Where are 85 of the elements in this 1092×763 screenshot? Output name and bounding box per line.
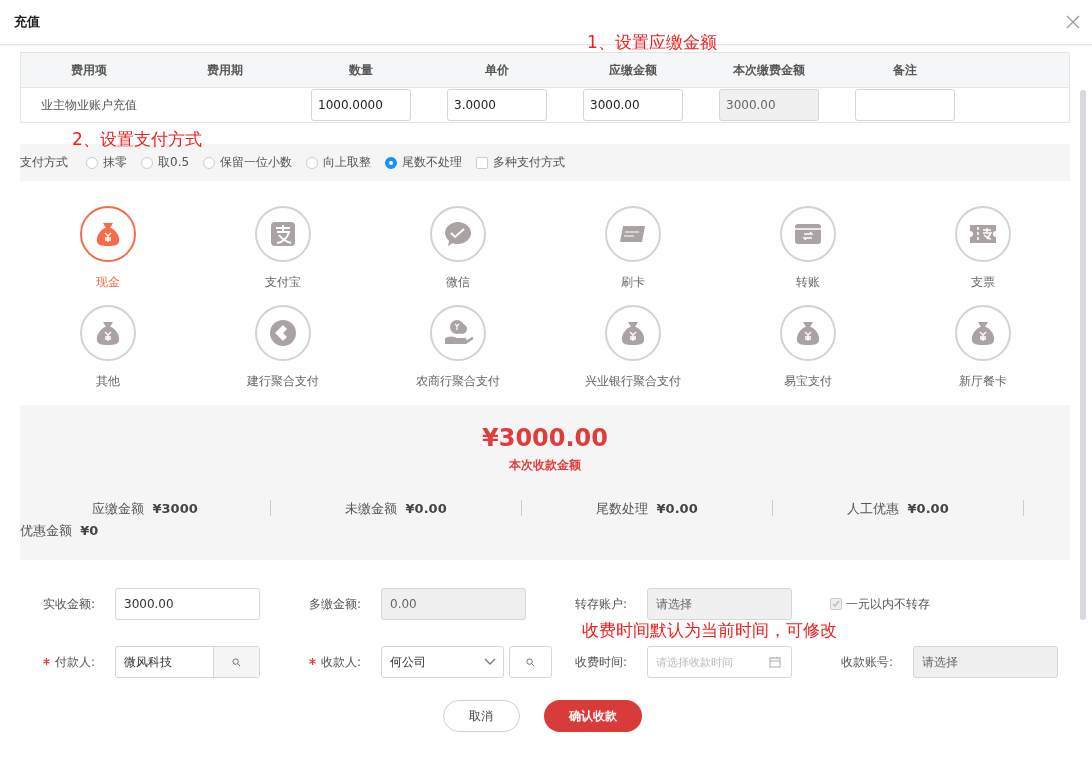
payment-method-button[interactable] — [604, 206, 661, 262]
close-icon[interactable] — [1066, 15, 1080, 29]
payment-method-button[interactable] — [954, 305, 1011, 361]
checkbox[interactable] — [476, 156, 489, 169]
payment-method-label[interactable]: 微信 — [445, 274, 470, 291]
payment-method-button[interactable] — [779, 206, 836, 262]
field-label: 实收金额: — [42, 595, 95, 613]
column-header: 数量 — [348, 61, 374, 79]
payment-method-button[interactable] — [79, 206, 136, 262]
annotation-text: 收费时间默认为当前时间，可修改 — [582, 619, 837, 642]
payment-method-label[interactable]: 其他 — [95, 373, 120, 390]
column-header: 费用期 — [206, 61, 244, 79]
annotation-text: 1、设置应缴金额 — [587, 31, 717, 54]
bank-logo-icon — [267, 318, 298, 348]
chevron-down-icon — [483, 658, 496, 666]
field-label: 付款人: — [54, 653, 95, 671]
payment-method-label[interactable]: 刷卡 — [620, 274, 645, 291]
input-field[interactable]: 3000.00 — [583, 89, 683, 121]
input-field[interactable]: 1000.0000 — [311, 89, 411, 121]
radio-button[interactable] — [306, 156, 319, 169]
column-header: 应缴金额 — [608, 61, 658, 79]
field-label: 收款账号: — [840, 653, 893, 671]
search-icon[interactable] — [213, 647, 259, 677]
search-icon — [525, 657, 535, 667]
input-field: 3000.00 — [719, 89, 819, 121]
summary-item: 优惠金额 ¥0 — [20, 522, 99, 540]
payment-method-button[interactable] — [429, 305, 486, 361]
payment-method-button[interactable] — [254, 305, 311, 361]
payment-method-button[interactable] — [254, 206, 311, 262]
annotation-text: 2、设置支付方式 — [72, 128, 202, 151]
column-header: 费用项 — [70, 61, 108, 79]
field-label: 多缴金额: — [308, 595, 361, 613]
checkbox-label: 一元以内不转存 — [846, 595, 930, 613]
field-label: 收款人: — [320, 653, 361, 671]
column-header: 单价 — [484, 61, 510, 79]
summary-item: 应缴金额 ¥3000 — [92, 500, 198, 516]
payment-method-label[interactable]: 兴业银行聚合支付 — [584, 373, 681, 390]
input-field[interactable] — [855, 89, 955, 121]
field-label: 转存账户: — [574, 595, 627, 613]
radio-button[interactable] — [141, 156, 153, 169]
radio-label[interactable]: 抹零 — [103, 154, 127, 171]
summary-item: 未缴金额 ¥0.00 — [345, 500, 447, 516]
payment-method-label[interactable]: 支付宝 — [264, 274, 301, 291]
cancel-button[interactable]: 取消 — [442, 700, 520, 732]
payment-method-button[interactable] — [604, 305, 661, 361]
radio-label[interactable]: 向上取整 — [323, 154, 372, 171]
payment-method-label[interactable]: 转账 — [795, 274, 820, 291]
dialog-title: 充值 — [14, 13, 40, 31]
payment-method-button[interactable] — [79, 305, 136, 361]
payment-method-button[interactable] — [954, 206, 1011, 262]
radio-button[interactable] — [203, 156, 216, 169]
checkbox-label[interactable]: 多种支付方式 — [493, 154, 566, 171]
input-field: 0.00 — [381, 588, 526, 620]
field-label: 收费时间: — [574, 653, 627, 671]
radio-button[interactable] — [86, 156, 98, 169]
radio-label[interactable]: 尾数不处理 — [402, 154, 463, 171]
chat-bubble-icon — [442, 219, 473, 249]
calendar-icon — [769, 656, 781, 668]
select-field[interactable]: 何公司 — [381, 646, 504, 678]
payment-method-label[interactable]: 建行聚合支付 — [246, 373, 319, 390]
radio-label[interactable]: 取0.5 — [158, 154, 190, 171]
payment-method-button[interactable] — [429, 206, 486, 262]
radio-label[interactable]: 保留一位小数 — [220, 154, 293, 171]
input-field: 请选择 — [647, 588, 792, 620]
payment-method-button[interactable] — [779, 305, 836, 361]
input-field: 请选择 — [913, 646, 1058, 678]
column-header: 本次缴费金额 — [732, 61, 806, 79]
column-header: 备注 — [892, 61, 918, 79]
scrollbar[interactable] — [1080, 90, 1086, 620]
confirm-button[interactable]: 确认收款 — [543, 700, 642, 732]
summary-item: 尾数处理 ¥0.00 — [596, 500, 698, 516]
amount-caption: 本次收款金额 — [509, 457, 581, 474]
input-field[interactable]: 3000.00 — [115, 588, 260, 620]
payment-label: 支付方式 — [20, 154, 68, 171]
search-field[interactable]: 微风科技 — [115, 646, 260, 678]
radio-button[interactable] — [385, 156, 398, 169]
payment-method-label[interactable]: 易宝支付 — [783, 373, 832, 390]
payment-method-label[interactable]: 支票 — [970, 274, 995, 291]
payment-method-label[interactable]: 农商行聚合支付 — [415, 373, 500, 390]
table-cell: 业主物业账户充值 — [41, 96, 137, 114]
collected-amount: ¥3000.00 — [482, 424, 608, 452]
summary-item: 人工优惠 ¥0.00 — [847, 500, 949, 516]
payment-method-label[interactable]: 新厅餐卡 — [958, 373, 1007, 390]
input-field[interactable]: 3.0000 — [447, 89, 547, 121]
search-button[interactable] — [508, 646, 552, 678]
